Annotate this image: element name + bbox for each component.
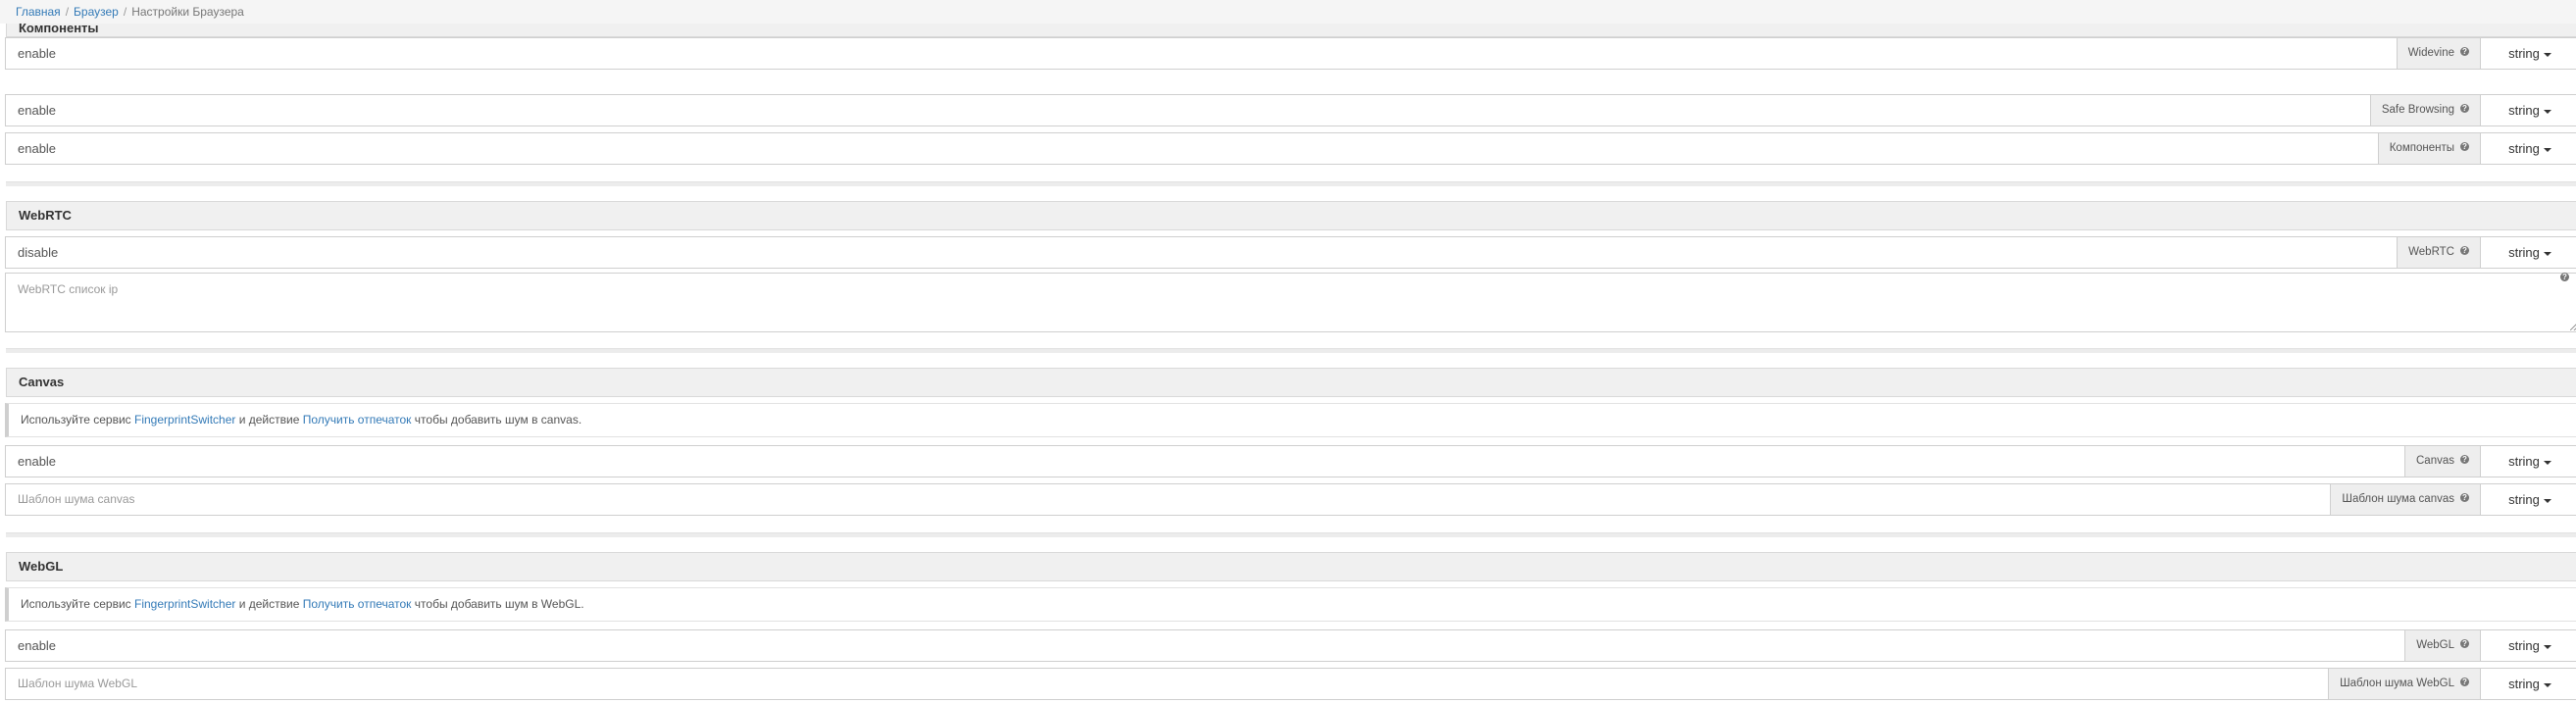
get-fingerprint-link[interactable]: Получить отпечаток xyxy=(303,597,412,611)
textarea-placeholder: WebRTC список ip xyxy=(18,282,119,296)
question-circle-icon[interactable]: ? xyxy=(2560,273,2569,281)
section-title: Canvas xyxy=(19,375,65,389)
question-circle-icon[interactable]: ? xyxy=(2460,493,2469,503)
type-dropdown-button[interactable]: string xyxy=(2480,237,2576,268)
field-label: WebGL xyxy=(2416,639,2454,651)
canvas-label: Canvas? xyxy=(2404,446,2480,477)
caret-down-icon xyxy=(2543,682,2551,687)
caret-down-icon xyxy=(2543,251,2551,256)
resize-handle-icon[interactable] xyxy=(2570,323,2576,330)
safe-browsing-value-input[interactable]: enable xyxy=(6,95,2370,126)
widevine-label: Widevine? xyxy=(2396,38,2480,69)
type-dropdown-button[interactable]: string xyxy=(2480,95,2576,126)
question-circle-icon[interactable]: ? xyxy=(2460,678,2469,687)
note-text: чтобы добавить шум в canvas. xyxy=(414,413,582,427)
breadcrumb-separator: / xyxy=(65,5,70,19)
type-dropdown-button[interactable]: string xyxy=(2480,38,2576,69)
note-text: чтобы добавить шум в WebGL. xyxy=(414,597,584,611)
breadcrumb-separator: / xyxy=(123,5,127,19)
breadcrumb-current: Настройки Браузера xyxy=(131,5,244,19)
caret-down-icon xyxy=(2543,498,2551,503)
safe-browsing-row: enable Safe Browsing? string xyxy=(5,94,2576,126)
webgl-info-note: Используйте сервис FingerprintSwitcher и… xyxy=(5,587,2576,622)
type-label: string xyxy=(2508,46,2540,61)
fingerprintswitcher-link[interactable]: FingerprintSwitcher xyxy=(134,597,235,611)
question-circle-icon[interactable]: ? xyxy=(2460,639,2469,649)
type-dropdown-button[interactable]: string xyxy=(2480,484,2576,515)
breadcrumb: Главная / Браузер / Настройки Браузера xyxy=(0,0,2576,24)
type-label: string xyxy=(2508,141,2540,156)
field-label: Safe Browsing xyxy=(2381,104,2454,116)
canvas-noise-label: Шаблон шума canvas? xyxy=(2330,484,2480,515)
section-divider xyxy=(6,181,2576,186)
webgl-label: WebGL? xyxy=(2404,630,2480,661)
breadcrumb-browser-link[interactable]: Браузер xyxy=(74,5,119,19)
canvas-noise-row: Шаблон шума canvas Шаблон шума canvas? s… xyxy=(5,483,2576,516)
type-dropdown-button[interactable]: string xyxy=(2480,446,2576,477)
canvas-noise-input[interactable]: Шаблон шума canvas xyxy=(6,484,2330,515)
type-label: string xyxy=(2508,103,2540,118)
webrtc-value-input[interactable]: disable xyxy=(6,237,2397,268)
section-header-components: Компоненты xyxy=(6,21,2576,37)
canvas-value-input[interactable]: enable xyxy=(6,446,2404,477)
webrtc-label: WebRTC? xyxy=(2397,237,2480,268)
caret-down-icon xyxy=(2543,147,2551,152)
widevine-value-input[interactable]: enable xyxy=(6,38,2397,69)
webgl-noise-label: Шаблон шума WebGL? xyxy=(2328,669,2480,699)
type-label: string xyxy=(2508,245,2540,260)
question-circle-icon[interactable]: ? xyxy=(2460,455,2469,465)
breadcrumb-home-link[interactable]: Главная xyxy=(16,5,61,19)
note-text: Используйте сервис xyxy=(21,413,131,427)
caret-down-icon xyxy=(2543,109,2551,114)
note-text: и действие xyxy=(238,597,300,611)
components-value-input[interactable]: enable xyxy=(6,133,2378,164)
question-circle-icon[interactable]: ? xyxy=(2460,47,2469,57)
get-fingerprint-link[interactable]: Получить отпечаток xyxy=(303,413,412,427)
webgl-row: enable WebGL? string xyxy=(5,629,2576,662)
section-header-webrtc: WebRTC xyxy=(6,201,2576,230)
safe-browsing-label: Safe Browsing? xyxy=(2369,95,2480,126)
section-divider xyxy=(6,348,2576,353)
note-text: и действие xyxy=(238,413,300,427)
webrtc-ip-list-textarea[interactable]: WebRTC список ip ? xyxy=(5,273,2576,332)
type-label: string xyxy=(2508,638,2540,653)
section-title: Компоненты xyxy=(19,21,99,35)
field-label: Шаблон шума WebGL xyxy=(2340,678,2454,689)
canvas-info-note: Используйте сервис FingerprintSwitcher и… xyxy=(5,403,2576,437)
field-label: Компоненты xyxy=(2389,142,2454,154)
question-circle-icon[interactable]: ? xyxy=(2460,142,2469,152)
section-header-webgl: WebGL xyxy=(6,552,2576,581)
type-label: string xyxy=(2508,454,2540,469)
field-label: WebRTC xyxy=(2408,246,2454,258)
fingerprintswitcher-link[interactable]: FingerprintSwitcher xyxy=(134,413,235,427)
type-label: string xyxy=(2508,492,2540,507)
type-dropdown-button[interactable]: string xyxy=(2480,669,2576,699)
webgl-noise-row: Шаблон шума WebGL Шаблон шума WebGL? str… xyxy=(5,668,2576,700)
section-divider xyxy=(6,532,2576,537)
question-circle-icon[interactable]: ? xyxy=(2460,246,2469,256)
field-label: Canvas xyxy=(2416,455,2454,467)
canvas-row: enable Canvas? string xyxy=(5,445,2576,477)
field-label: Шаблон шума canvas xyxy=(2342,493,2454,505)
components-label: Компоненты? xyxy=(2377,133,2480,164)
question-circle-icon[interactable]: ? xyxy=(2460,104,2469,114)
webrtc-row: disable WebRTC? string xyxy=(5,236,2576,269)
caret-down-icon xyxy=(2543,52,2551,57)
section-title: WebGL xyxy=(19,559,64,574)
type-dropdown-button[interactable]: string xyxy=(2480,133,2576,164)
components-row: enable Компоненты? string xyxy=(5,132,2576,165)
type-dropdown-button[interactable]: string xyxy=(2480,630,2576,661)
field-label: Widevine xyxy=(2407,47,2454,59)
type-label: string xyxy=(2508,677,2540,691)
section-header-canvas: Canvas xyxy=(6,368,2576,397)
note-text: Используйте сервис xyxy=(21,597,131,611)
caret-down-icon xyxy=(2543,644,2551,649)
caret-down-icon xyxy=(2543,460,2551,465)
webgl-value-input[interactable]: enable xyxy=(6,630,2404,661)
widevine-row: enable Widevine? string xyxy=(5,37,2576,70)
webgl-noise-input[interactable]: Шаблон шума WebGL xyxy=(6,669,2328,699)
section-title: WebRTC xyxy=(19,208,72,223)
